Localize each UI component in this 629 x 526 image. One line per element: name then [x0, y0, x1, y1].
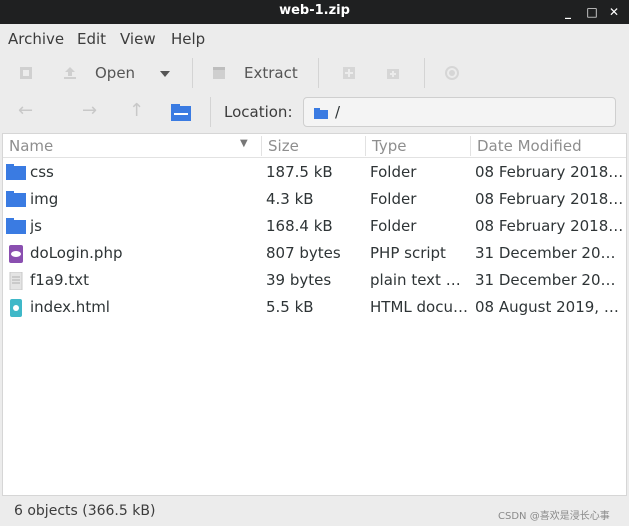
menu-help[interactable]: Help [171, 30, 205, 48]
header-separator [365, 136, 366, 156]
toolbar-separator [424, 58, 425, 88]
location-label: Location: [224, 103, 293, 121]
file-date: 08 February 2018, … [475, 217, 625, 235]
add-folder-icon[interactable] [385, 65, 401, 85]
forward-arrow-icon[interactable]: → [82, 100, 97, 121]
php-file-icon [6, 245, 26, 267]
column-name-header[interactable]: Name [9, 137, 53, 155]
file-type: Folder [370, 163, 417, 181]
menu-view[interactable]: View [120, 30, 156, 48]
file-date: 31 December 2020,… [475, 271, 625, 289]
stop-icon[interactable] [444, 65, 460, 85]
up-arrow-icon[interactable]: ↑ [129, 100, 144, 121]
file-type: Folder [370, 190, 417, 208]
column-size-header[interactable]: Size [268, 137, 299, 155]
file-name: css [30, 163, 54, 181]
file-name: js [30, 217, 42, 235]
home-folder-icon[interactable] [170, 102, 192, 126]
menu-bar: Archive Edit View Help [0, 24, 629, 54]
window-title: web-1.zip [279, 3, 350, 18]
location-field[interactable]: / [303, 97, 616, 127]
folder-icon [6, 218, 26, 238]
html-file-icon [6, 299, 26, 321]
toolbar: Open Extract [0, 54, 629, 92]
file-name: img [30, 190, 59, 208]
file-date: 31 December 2020,… [475, 244, 625, 262]
file-row[interactable]: img 4.3 kB Folder 08 February 2018, … [3, 186, 626, 213]
open-button[interactable]: Open [95, 64, 135, 82]
file-row[interactable]: doLogin.php 807 bytes PHP script 31 Dece… [3, 240, 626, 267]
file-size: 807 bytes [266, 244, 341, 262]
folder-icon [6, 164, 26, 184]
nav-separator [210, 97, 211, 127]
file-row[interactable]: css 187.5 kB Folder 08 February 2018, … [3, 159, 626, 186]
minimize-button[interactable]: _ [558, 2, 578, 22]
sort-descending-icon[interactable]: ▼ [240, 138, 248, 149]
extract-icon[interactable] [211, 65, 227, 85]
file-date: 08 February 2018, … [475, 163, 625, 181]
file-row[interactable]: f1a9.txt 39 bytes plain text do… 31 Dece… [3, 267, 626, 294]
file-name: doLogin.php [30, 244, 123, 262]
file-date: 08 August 2019, 00… [475, 298, 625, 316]
file-row[interactable]: js 168.4 kB Folder 08 February 2018, … [3, 213, 626, 240]
header-separator [261, 136, 262, 156]
column-header-row: Name ▼ Size Type Date Modified [3, 134, 626, 158]
file-list: Name ▼ Size Type Date Modified css 187.5… [2, 133, 627, 496]
status-text: 6 objects (366.5 kB) [14, 503, 156, 519]
text-file-icon [6, 271, 26, 294]
add-files-icon[interactable] [341, 65, 357, 85]
file-type: HTML docu… [370, 298, 468, 316]
file-name: index.html [30, 298, 110, 316]
extract-button[interactable]: Extract [244, 64, 298, 82]
file-size: 4.3 kB [266, 190, 314, 208]
file-type: Folder [370, 217, 417, 235]
file-type: PHP script [370, 244, 446, 262]
file-size: 168.4 kB [266, 217, 333, 235]
watermark: CSDN @喜欢是浸长心事 [498, 511, 610, 522]
new-archive-icon[interactable] [18, 65, 34, 85]
close-button[interactable]: ✕ [604, 2, 624, 22]
column-date-header[interactable]: Date Modified [477, 137, 582, 155]
open-dropdown-icon[interactable] [159, 67, 171, 83]
maximize-button[interactable]: □ [582, 2, 602, 22]
file-size: 187.5 kB [266, 163, 333, 181]
file-type: plain text do… [370, 271, 470, 289]
file-name: f1a9.txt [30, 271, 89, 289]
location-value: / [335, 103, 341, 121]
folder-icon [6, 191, 26, 211]
file-size: 5.5 kB [266, 298, 314, 316]
title-bar: web-1.zip _ □ ✕ [0, 0, 629, 24]
header-separator [470, 136, 471, 156]
status-bar: 6 objects (366.5 kB) CSDN @喜欢是浸长心事 [0, 497, 629, 526]
file-date: 08 February 2018, … [475, 190, 625, 208]
folder-icon [314, 107, 328, 123]
menu-edit[interactable]: Edit [77, 30, 106, 48]
upload-icon[interactable] [62, 65, 78, 85]
file-row[interactable]: index.html 5.5 kB HTML docu… 08 August 2… [3, 294, 626, 321]
column-type-header[interactable]: Type [372, 137, 406, 155]
back-arrow-icon[interactable]: ← [18, 100, 33, 121]
menu-archive[interactable]: Archive [8, 30, 64, 48]
file-size: 39 bytes [266, 271, 332, 289]
toolbar-separator [318, 58, 319, 88]
navigation-bar: ← → ↑ Location: / [0, 92, 629, 132]
toolbar-separator [192, 58, 193, 88]
